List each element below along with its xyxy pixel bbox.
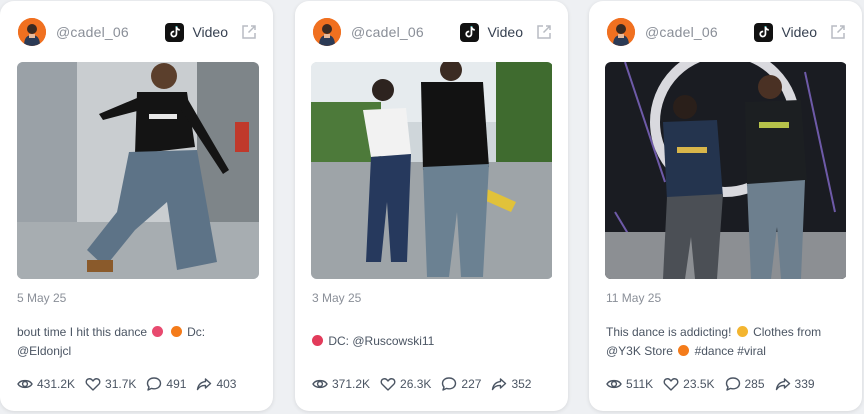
- shares-count: 352: [511, 377, 532, 391]
- post-date: 3 May 25: [312, 291, 362, 305]
- eye-icon: [312, 376, 328, 392]
- post-caption: This dance is addicting! Clothes from @Y…: [606, 323, 844, 361]
- shares-stat: 352: [491, 376, 531, 392]
- video-thumbnail[interactable]: [605, 62, 847, 279]
- fire-emoji-icon: [170, 326, 182, 337]
- post-card[interactable]: @cadel_06 Video 11 May 25 This dance is …: [589, 1, 862, 411]
- likes-stat: 23.5K: [663, 376, 715, 392]
- share-icon: [196, 376, 212, 392]
- caption-text: Dc:: [187, 325, 206, 339]
- video-thumbnail[interactable]: [17, 62, 259, 279]
- heart-icon: [85, 376, 101, 392]
- share-icon: [491, 376, 507, 392]
- post-caption: bout time I hit this dance Dc: @Eldonjcl: [17, 323, 255, 361]
- comments-stat: 227: [441, 376, 481, 392]
- blushing-emoji-icon: [736, 326, 748, 337]
- shares-stat: 339: [775, 376, 815, 392]
- post-date: 5 May 25: [17, 291, 67, 305]
- likes-count: 26.3K: [400, 377, 432, 391]
- eye-icon: [17, 376, 33, 392]
- caption-mention[interactable]: @Eldonjcl: [17, 344, 71, 358]
- views-stat: 511K: [606, 376, 653, 392]
- engagement-stats: 371.2K 26.3K 227 352: [312, 376, 556, 392]
- shares-stat: 403: [196, 376, 236, 392]
- caption-text: This dance is addicting!: [606, 325, 732, 339]
- fire-emoji-icon: [678, 345, 690, 356]
- post-card[interactable]: @cadel_06 Video 3 May 25 DC: @Ruscowski1…: [295, 1, 568, 411]
- comment-icon: [725, 376, 741, 392]
- platform-label: Video: [192, 24, 228, 40]
- post-header: @cadel_06 Video: [607, 17, 847, 47]
- comment-icon: [441, 376, 457, 392]
- external-link-icon[interactable]: [535, 23, 553, 41]
- external-link-icon[interactable]: [829, 23, 847, 41]
- engagement-stats: 511K 23.5K 285 339: [606, 376, 850, 392]
- shares-count: 339: [794, 377, 815, 391]
- creator-handle[interactable]: @cadel_06: [351, 24, 460, 40]
- views-count: 511K: [626, 377, 654, 391]
- likes-stat: 31.7K: [85, 376, 136, 392]
- likes-stat: 26.3K: [380, 376, 431, 392]
- eye-icon: [606, 376, 622, 392]
- caption-hashtags[interactable]: #dance #viral: [695, 344, 766, 358]
- heart-emoji-icon: [312, 335, 323, 346]
- avatar[interactable]: [607, 18, 635, 46]
- video-thumbnail[interactable]: [311, 62, 553, 279]
- views-count: 431.2K: [37, 377, 76, 391]
- post-date: 11 May 25: [606, 291, 662, 305]
- platform-label: Video: [781, 24, 817, 40]
- likes-count: 31.7K: [105, 377, 137, 391]
- platform-label: Video: [487, 24, 523, 40]
- tiktok-icon: [460, 22, 480, 42]
- caption-text: DC: @Ruscowski11: [328, 334, 435, 348]
- heart-icon: [663, 376, 679, 392]
- likes-count: 23.5K: [683, 377, 715, 391]
- comments-stat: 285: [725, 376, 765, 392]
- heart-icon: [380, 376, 396, 392]
- caption-text: bout time I hit this dance: [17, 325, 148, 339]
- tiktok-icon: [754, 22, 774, 42]
- tiktok-icon: [165, 22, 185, 42]
- post-caption: DC: @Ruscowski11: [312, 332, 550, 351]
- shares-count: 403: [216, 377, 237, 391]
- avatar[interactable]: [18, 18, 46, 46]
- external-link-icon[interactable]: [240, 23, 258, 41]
- share-icon: [775, 376, 791, 392]
- creator-handle[interactable]: @cadel_06: [645, 24, 754, 40]
- caption-mention[interactable]: @Y3K Store: [606, 344, 673, 358]
- avatar[interactable]: [313, 18, 341, 46]
- post-header: @cadel_06 Video: [313, 17, 553, 47]
- views-stat: 371.2K: [312, 376, 370, 392]
- comments-count: 227: [461, 377, 482, 391]
- comment-icon: [146, 376, 162, 392]
- post-card[interactable]: @cadel_06 Video 5 May 25 bout time I hit…: [0, 1, 273, 411]
- comments-stat: 491: [146, 376, 186, 392]
- shocked-emoji-icon: [152, 326, 164, 337]
- engagement-stats: 431.2K 31.7K 491 403: [17, 376, 261, 392]
- views-count: 371.2K: [332, 377, 371, 391]
- comments-count: 285: [744, 377, 765, 391]
- caption-text: Clothes from: [753, 325, 822, 339]
- views-stat: 431.2K: [17, 376, 75, 392]
- comments-count: 491: [166, 377, 187, 391]
- post-header: @cadel_06 Video: [18, 17, 258, 47]
- creator-handle[interactable]: @cadel_06: [56, 24, 165, 40]
